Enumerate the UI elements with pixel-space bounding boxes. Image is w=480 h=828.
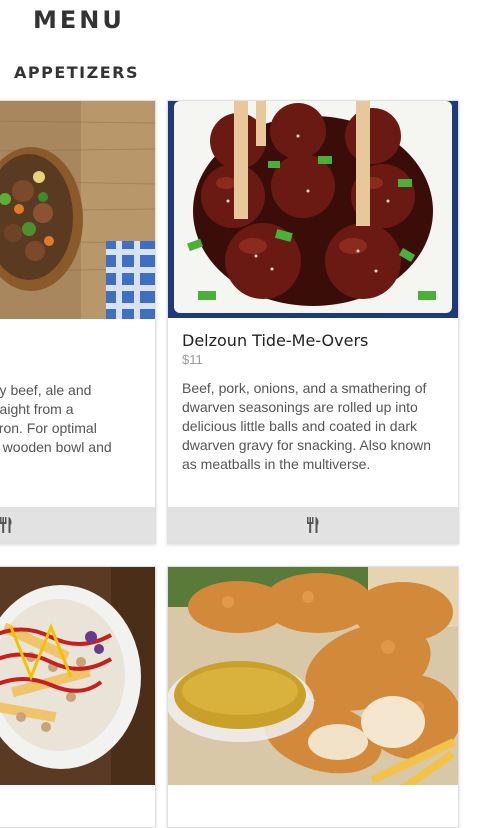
card-body: rty beef, ale and traight from a dron. F…: [0, 381, 143, 457]
card-description: rty beef, ale and traight from a dron. F…: [0, 382, 112, 455]
chicken-tenders-image: [168, 567, 458, 785]
glazed-meatballs-image: [168, 101, 458, 318]
card-footer[interactable]: [168, 507, 458, 543]
item-name: Delzoun Tide-Me-Overs: [182, 331, 369, 350]
section-title-appetizers: APPETIZERS: [14, 63, 140, 82]
utensils-icon: [307, 517, 319, 533]
menu-card-loaded-fries[interactable]: [0, 566, 156, 828]
utensils-icon: [0, 517, 12, 533]
page-title: MENU: [33, 6, 125, 34]
item-description: Beef, pork, onions, and a smathering of …: [182, 380, 432, 472]
menu-card-chicken-tenders[interactable]: [167, 566, 459, 828]
card-footer[interactable]: [0, 507, 155, 543]
menu-card-delzoun-tide-me-overs[interactable]: Delzoun Tide-Me-Overs $11 Beef, pork, on…: [167, 100, 459, 544]
item-price: $11: [182, 352, 203, 367]
beef-stew-image: [0, 101, 155, 319]
card-body: Delzoun Tide-Me-Overs $11 Beef, pork, on…: [182, 331, 444, 474]
loaded-fries-image: [0, 567, 155, 785]
menu-card-beef-stew[interactable]: rty beef, ale and traight from a dron. F…: [0, 100, 156, 544]
